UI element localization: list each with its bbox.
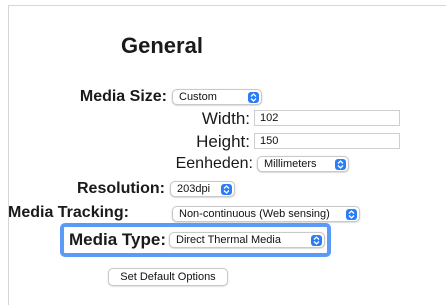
chevron-up-down-icon: [248, 91, 259, 103]
media-type-value: Direct Thermal Media: [176, 234, 281, 246]
media-tracking-label: Media Tracking:: [8, 204, 129, 221]
units-select[interactable]: Millimeters: [257, 156, 349, 172]
chevron-up-down-icon: [311, 234, 322, 246]
panel-border-top: [8, 5, 446, 6]
panel-border-left: [8, 5, 9, 305]
media-type-select[interactable]: Direct Thermal Media: [169, 232, 325, 248]
resolution-select[interactable]: 203dpi: [170, 181, 235, 197]
media-size-label: Media Size:: [79, 88, 167, 105]
media-type-label: Media Type:: [69, 230, 166, 249]
chevron-up-down-icon: [335, 158, 346, 170]
media-size-select[interactable]: Custom: [172, 89, 262, 105]
chevron-up-down-icon: [221, 183, 232, 195]
media-tracking-value: Non-continuous (Web sensing): [179, 208, 330, 220]
resolution-value: 203dpi: [177, 183, 211, 195]
set-default-options-button[interactable]: Set Default Options: [108, 268, 228, 286]
width-label: Width:: [201, 109, 250, 128]
height-input[interactable]: 150: [254, 133, 400, 149]
resolution-label: Resolution:: [77, 180, 165, 197]
chevron-up-down-icon: [346, 208, 357, 220]
units-value: Millimeters: [264, 158, 317, 170]
media-size-value: Custom: [179, 91, 217, 103]
section-title: General: [121, 33, 203, 58]
height-label: Height:: [196, 132, 250, 151]
media-tracking-select[interactable]: Non-continuous (Web sensing): [172, 206, 360, 222]
units-label: Eenheden:: [175, 155, 253, 172]
width-input[interactable]: 102: [254, 110, 400, 126]
